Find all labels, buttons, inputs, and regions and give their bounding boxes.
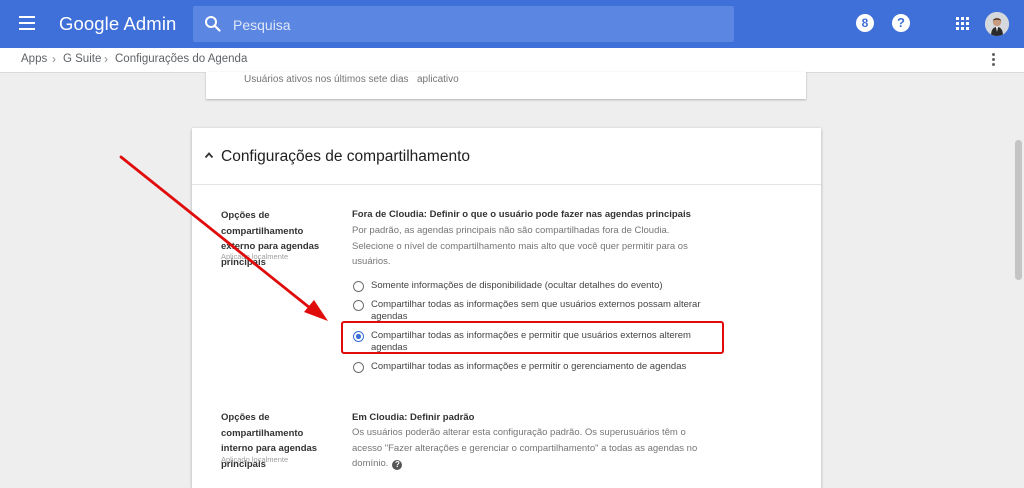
search-input[interactable]: [231, 14, 715, 36]
radio-button[interactable]: [353, 281, 364, 292]
radio-label: Somente informações de disponibilidade (…: [371, 280, 663, 291]
menu-icon[interactable]: [19, 16, 35, 30]
radio-button[interactable]: [353, 300, 364, 311]
external-applied-locally: Aplicado localmente: [221, 252, 289, 261]
chevron-up-icon: [204, 152, 214, 159]
sharing-section-header[interactable]: Configurações de compartilhamento: [192, 128, 821, 184]
breadcrumb: Apps › G Suite › Configurações do Agenda: [0, 48, 1024, 73]
internal-applied-locally: Aplicado localmente: [221, 455, 289, 464]
annotation-highlight-box: [341, 321, 724, 354]
page-scrollbar[interactable]: [1015, 140, 1022, 280]
chevron-right-icon: ›: [104, 52, 108, 66]
section-title: Configurações de compartilhamento: [221, 148, 470, 165]
usage-card: Usuários ativos nos últimos sete dias ap…: [206, 72, 806, 99]
radio-label: Compartilhar todas as informações e perm…: [371, 361, 687, 372]
help-icon[interactable]: ?: [892, 14, 910, 32]
apps-grid-icon[interactable]: [956, 17, 970, 31]
app-title[interactable]: Google Admin: [59, 13, 176, 35]
top-app-bar: Google Admin 8 ?: [0, 0, 1024, 48]
breadcrumb-apps[interactable]: Apps: [21, 53, 47, 65]
search-icon: [205, 16, 221, 32]
notifications-icon[interactable]: 8: [856, 14, 874, 32]
internal-heading: Em Cloudia: Definir padrão: [352, 412, 475, 423]
usage-app-label: aplicativo: [417, 74, 459, 85]
radio-label: Compartilhar todas as informações sem qu…: [371, 299, 701, 322]
breadcrumb-calendar-settings: Configurações do Agenda: [115, 53, 248, 65]
internal-description: Os usuários poderão alterar esta configu…: [352, 425, 712, 472]
internal-description-text: Os usuários poderão alterar esta configu…: [352, 427, 698, 469]
sharing-settings-card: Configurações de compartilhamento Opções…: [192, 128, 821, 488]
avatar[interactable]: [985, 12, 1009, 36]
breadcrumb-gsuite[interactable]: G Suite: [63, 53, 101, 65]
radio-button[interactable]: [353, 362, 364, 373]
help-circle-icon[interactable]: ?: [392, 460, 403, 470]
chevron-right-icon: ›: [52, 52, 56, 66]
more-vert-icon[interactable]: [992, 53, 996, 67]
external-description: Por padrão, as agendas principais não sã…: [352, 225, 688, 267]
search-box[interactable]: [193, 6, 734, 42]
divider: [192, 184, 821, 185]
usage-label: Usuários ativos nos últimos sete dias: [244, 74, 409, 85]
avatar-image: [985, 12, 1009, 36]
external-heading: Fora de Cloudia: Definir o que o usuário…: [352, 209, 691, 220]
